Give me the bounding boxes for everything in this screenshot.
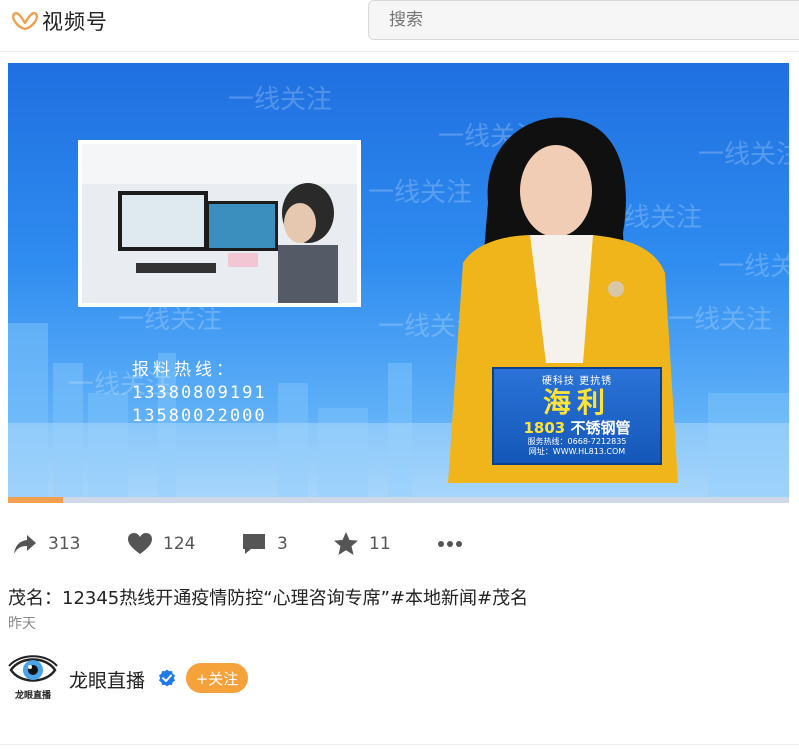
follow-button[interactable]: +关注 xyxy=(186,663,248,693)
comment-count: 3 xyxy=(277,534,288,554)
avatar-label: 龙眼直播 xyxy=(14,691,51,701)
sign-product-number: 1803 xyxy=(523,419,566,437)
comment-icon xyxy=(243,534,265,554)
heart-icon xyxy=(128,533,152,554)
favorite-button[interactable]: 11 xyxy=(333,522,391,566)
video-frame: 一线关注 一线关注 一线关注 一线关注 一线关注 一线关注 一线关注 一线关注 … xyxy=(8,85,789,503)
video-player[interactable]: 一线关注 一线关注 一线关注 一线关注 一线关注 一线关注 一线关注 一线关注 … xyxy=(8,63,789,503)
share-count: 313 xyxy=(48,534,81,554)
watermark-text: 一线关注 xyxy=(228,85,332,115)
comment-button[interactable]: 3 xyxy=(241,522,288,566)
action-bar: 313 124 3 11 xyxy=(0,522,799,566)
sign-brand: 海利 xyxy=(542,386,611,419)
app-name: 视频号 xyxy=(42,10,108,34)
share-button[interactable]: 313 xyxy=(12,522,80,566)
top-bar: 视频号 xyxy=(0,0,799,52)
more-button[interactable] xyxy=(437,522,463,566)
sign-service-line: 服务热线：0668-7212835 xyxy=(527,437,627,446)
search-input[interactable] xyxy=(368,0,799,40)
eye-logo-icon xyxy=(8,655,58,682)
star-icon xyxy=(334,532,358,555)
hotline-number: 13580022000 xyxy=(132,406,267,426)
like-button[interactable]: 124 xyxy=(127,522,195,566)
favorite-count: 11 xyxy=(369,534,391,554)
more-icon xyxy=(438,541,462,547)
sign-product: 1803 不锈钢管 xyxy=(494,419,660,437)
author-name[interactable]: 龙眼直播 xyxy=(69,666,145,693)
desk-sign: 硬科技 更抗锈 海利 1803 不锈钢管 服务热线：0668-7212835 网… xyxy=(492,367,662,465)
hotline-overlay: 报料热线： 13380809191 13580022000 xyxy=(132,355,267,428)
video-progress-fill xyxy=(8,497,63,503)
hotline-title: 报料热线： xyxy=(132,360,237,380)
sign-product-name: 不锈钢管 xyxy=(570,419,631,437)
verified-icon xyxy=(159,669,175,687)
app-logo[interactable]: 视频号 xyxy=(12,6,108,36)
watermark-text: 一线关注 xyxy=(368,178,472,208)
avatar[interactable]: 龙眼直播 xyxy=(8,652,58,704)
hotline-number: 13380809191 xyxy=(132,383,267,403)
channels-logo-icon xyxy=(12,11,38,31)
sign-website: 网址：WWW.HL813.COM xyxy=(528,447,626,456)
video-progress-bar[interactable] xyxy=(8,497,789,503)
inset-photo xyxy=(78,140,361,307)
watermark-text: 一线关注 xyxy=(118,305,222,335)
share-icon xyxy=(14,535,36,554)
post-date: 昨天 xyxy=(8,616,36,632)
like-count: 124 xyxy=(163,534,196,554)
sign-slogan: 硬科技 更抗锈 xyxy=(541,376,613,387)
author-row: 龙眼直播 龙眼直播 +关注 xyxy=(8,652,508,708)
watermark-text: 一线关注 xyxy=(718,252,789,282)
post-title: 茂名：12345热线开通疫情防控“心理咨询专席”#本地新闻#茂名 xyxy=(8,588,529,609)
divider xyxy=(0,744,799,745)
watermark-text: 一线关注 xyxy=(668,305,772,335)
watermark-text: 一线关注 xyxy=(698,140,789,170)
